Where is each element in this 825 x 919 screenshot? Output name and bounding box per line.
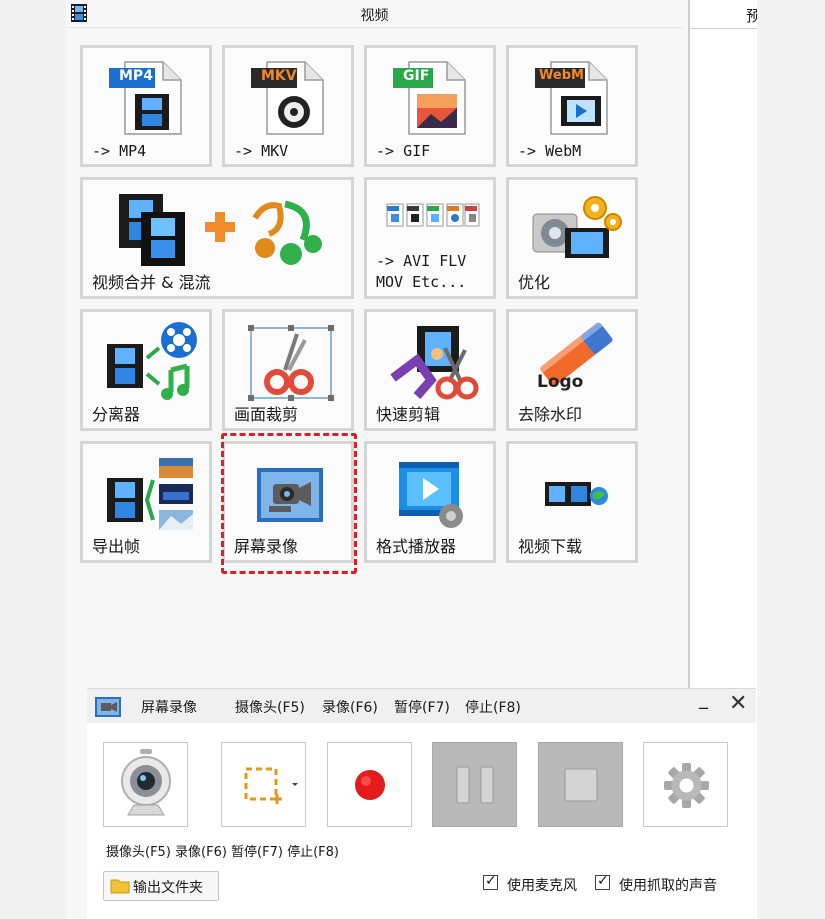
- splitter-tile[interactable]: 分离器: [80, 309, 212, 431]
- tile-label: 优化: [518, 273, 551, 292]
- tile-label: 视频合并 & 混流: [92, 273, 211, 292]
- merge-mux-tile[interactable]: 视频合并 & 混流: [80, 177, 354, 299]
- screen-recorder-panel: 屏幕录像 摄像头(F5) 录像(F6) 暂停(F7) 停止(F8) _ ✕ 摄像…: [87, 688, 756, 919]
- merge-mux-icon: [119, 194, 322, 266]
- recorder-hotkey-rec: 录像(F6): [322, 700, 378, 716]
- remove-watermark-tile[interactable]: Logo 去除水印: [506, 309, 638, 431]
- gear-icon: [664, 763, 709, 808]
- splitter-icon: [107, 322, 197, 400]
- use-mic-checkbox[interactable]: ✓: [483, 873, 498, 890]
- tile-label: 视频下载: [518, 537, 583, 556]
- webm-badge: WebM: [539, 68, 584, 83]
- use-captured-sound-checkbox[interactable]: ✓: [595, 873, 610, 890]
- convert-mkv-tile[interactable]: MKV -> MKV: [222, 45, 354, 167]
- tile-label: 画面裁剪: [234, 405, 299, 424]
- tile-label: 格式播放器: [376, 537, 457, 556]
- region-select-icon: [244, 767, 298, 804]
- close-button[interactable]: ✕: [729, 691, 747, 716]
- right-edge: [757, 0, 825, 919]
- record-button[interactable]: [327, 742, 412, 827]
- tile-label: -> MP4: [92, 142, 147, 160]
- tile-label: -> GIF: [376, 142, 431, 160]
- use-mic-check-mark: ✓: [485, 873, 497, 889]
- minimize-button[interactable]: _: [699, 689, 708, 710]
- convert-webm-tile[interactable]: WebM -> WebM: [506, 45, 638, 167]
- settings-button[interactable]: [643, 742, 728, 827]
- recorder-title: 屏幕录像: [141, 700, 197, 716]
- screen-recorder-tile[interactable]: 屏幕录像: [222, 441, 354, 563]
- optimize-gears-icon: [532, 196, 622, 258]
- video-download-icon: [545, 482, 608, 506]
- recorder-titlebar: 屏幕录像 摄像头(F5) 录像(F6) 暂停(F7) 停止(F8) _ ✕: [87, 689, 756, 723]
- output-folder-label: 输出文件夹: [133, 880, 203, 896]
- crop-scissors-icon: [248, 325, 334, 401]
- use-captured-check-mark: ✓: [597, 873, 609, 889]
- tile-label: -> WebM: [518, 142, 582, 160]
- tile-label: 导出帧: [92, 537, 141, 556]
- mkv-badge: MKV: [261, 68, 297, 84]
- logo-text: Logo: [537, 372, 584, 392]
- screen-recorder-icon: [257, 468, 323, 522]
- export-frames-tile[interactable]: 导出帧: [80, 441, 212, 563]
- video-download-tile[interactable]: 视频下载: [506, 441, 638, 563]
- webcam-button[interactable]: [103, 742, 188, 827]
- window-titlebar: 视频: [66, 0, 683, 28]
- quick-edit-tile[interactable]: 快速剪辑: [364, 309, 496, 431]
- convert-gif-tile[interactable]: GIF -> GIF: [364, 45, 496, 167]
- window-title: 视频: [360, 8, 389, 24]
- formats-icon: [386, 203, 480, 227]
- tile-label: 去除水印: [518, 405, 583, 424]
- export-frames-icon: [107, 458, 193, 530]
- recorder-hotkey-pause: 暂停(F7): [394, 700, 450, 716]
- optimize-tile[interactable]: 优化: [506, 177, 638, 299]
- tile-label: 快速剪辑: [376, 405, 441, 424]
- tile-label: 分离器: [92, 405, 141, 424]
- mp4-badge: MP4: [119, 68, 153, 84]
- folder-icon: [110, 879, 130, 894]
- use-captured-sound-label: 使用抓取的声音: [619, 878, 717, 894]
- pause-button[interactable]: [432, 742, 517, 827]
- use-mic-label: 使用麦克风: [507, 878, 577, 894]
- quick-edit-icon: [390, 326, 479, 400]
- crop-tile[interactable]: 画面裁剪: [222, 309, 354, 431]
- select-region-button[interactable]: [221, 742, 306, 827]
- format-player-tile[interactable]: 格式播放器: [364, 441, 496, 563]
- tile-label: -> MKV: [234, 142, 289, 160]
- webcam-icon: [121, 749, 171, 816]
- convert-mp4-tile[interactable]: MP4 -> MP4: [80, 45, 212, 167]
- tile-label: -> AVI FLV MOV Etc...: [376, 252, 467, 291]
- recorder-hotkey-cam: 摄像头(F5): [235, 700, 305, 716]
- gif-file-icon: [393, 61, 466, 135]
- convert-other-formats-tile[interactable]: -> AVI FLV MOV Etc...: [364, 177, 496, 299]
- hotkey-hint: 摄像头(F5) 录像(F6) 暂停(F7) 停止(F8): [106, 845, 339, 860]
- format-player-icon: [399, 462, 463, 528]
- gif-badge: GIF: [403, 68, 430, 84]
- tile-label: 屏幕录像: [234, 537, 299, 556]
- record-icon: [355, 770, 385, 800]
- output-folder-button[interactable]: 输出文件夹: [103, 871, 219, 901]
- recorder-hotkey-stop: 停止(F8): [465, 700, 521, 716]
- left-gutter: [0, 0, 66, 919]
- camera-icon: [95, 697, 121, 717]
- pause-icon: [456, 766, 494, 804]
- stop-button[interactable]: [538, 742, 623, 827]
- stop-icon: [564, 768, 598, 802]
